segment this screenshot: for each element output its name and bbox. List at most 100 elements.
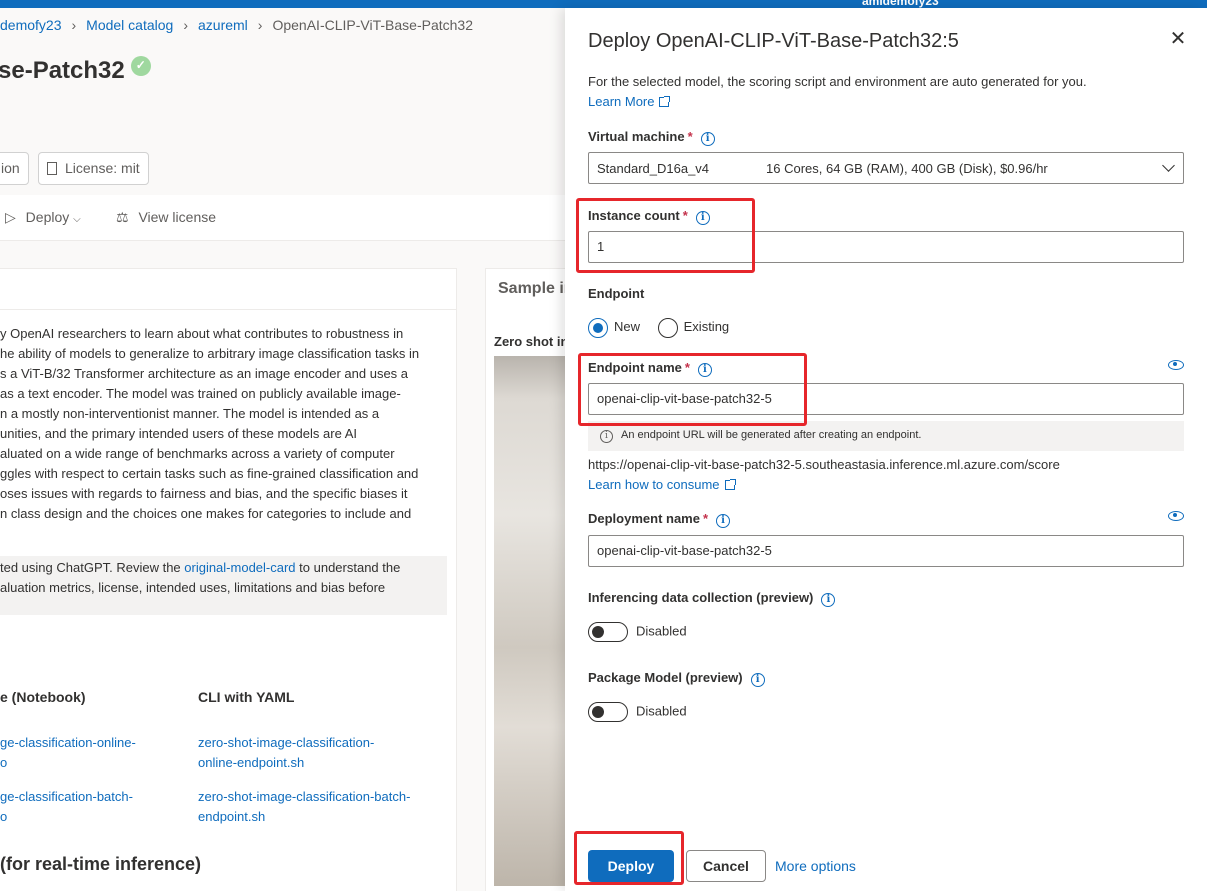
link-line: ge-classification-batch- — [0, 789, 133, 804]
info-message-text: An endpoint URL will be generated after … — [621, 429, 922, 441]
toggle-state: Disabled — [636, 703, 687, 719]
description-line: as a text encoder. The model was trained… — [0, 386, 401, 401]
model-title-text: se-Patch32 — [0, 57, 125, 84]
radio-new[interactable]: New — [588, 318, 641, 338]
notebook-online-link[interactable]: ge-classification-online- o — [0, 733, 136, 773]
cancel-button[interactable]: Cancel — [686, 850, 766, 882]
endpoint-label: Endpoint — [588, 286, 645, 301]
info-icon[interactable]: i — [700, 132, 715, 146]
ai-generated-note: ted using ChatGPT. Review the original-m… — [0, 556, 447, 615]
highlight-deploy-button — [574, 831, 684, 885]
data-collection-toggle[interactable]: Disabled — [588, 622, 687, 642]
description-line: y OpenAI researchers to learn about what… — [0, 326, 404, 341]
description-line: oses issues with regards to fairness and… — [0, 486, 408, 501]
link-line: o — [0, 809, 8, 824]
deployment-name-input[interactable]: openai-clip-vit-base-patch32-5 — [588, 535, 1184, 567]
toggle-switch — [588, 622, 628, 642]
toggle-switch — [588, 702, 628, 722]
model-description: y OpenAI researchers to learn about what… — [0, 324, 452, 524]
learn-consume-row: Learn how to consume — [588, 476, 736, 494]
note-line-2: aluation metrics, license, intended uses… — [0, 580, 386, 595]
section-heading: (for real-time inference) — [0, 854, 202, 874]
divider — [0, 309, 457, 310]
scoring-url: https://openai-clip-vit-base-patch32-5.s… — [588, 457, 1060, 472]
deployment-name-label-text: Deployment name — [588, 511, 700, 526]
chip-license[interactable]: License: mit — [38, 152, 149, 185]
vm-spec: 16 Cores, 64 GB (RAM), 400 GB (Disk), $0… — [766, 161, 1048, 176]
license-label: License: mit — [65, 160, 140, 176]
toggle-state: Disabled — [636, 623, 687, 639]
model-details-card: y OpenAI researchers to learn about what… — [0, 268, 457, 891]
package-model-toggle[interactable]: Disabled — [588, 702, 687, 722]
vm-name: Standard_D16a_v4 — [597, 161, 710, 176]
info-icon[interactable]: i — [750, 673, 765, 687]
close-icon[interactable]: ✕ — [1167, 28, 1189, 50]
breadcrumb-workspace[interactable]: demofy23 — [0, 17, 61, 33]
deployment-name-label: Deployment name * i — [588, 511, 731, 528]
vm-select[interactable]: Standard_D16a_v4 16 Cores, 64 GB (RAM), … — [588, 152, 1184, 184]
radio-existing[interactable]: Existing — [657, 318, 730, 338]
note-prefix: ted using ChatGPT. Review the — [0, 560, 185, 575]
cli-online-link[interactable]: zero-shot-image-classification- online-e… — [198, 733, 374, 773]
link-line: ge-classification-online- — [0, 735, 136, 750]
chip-task[interactable]: ion — [0, 152, 29, 185]
description-line: he ability of models to generalize to ar… — [0, 346, 420, 361]
info-icon[interactable]: i — [821, 593, 836, 607]
description-line: ggles with respect to certain tasks such… — [0, 466, 419, 481]
breadcrumb-current: OpenAI-CLIP-ViT-Base-Patch32 — [272, 17, 473, 33]
package-model-label: Package Model (preview) i — [588, 670, 765, 687]
learn-more-link[interactable]: Learn More — [588, 94, 654, 109]
verified-icon — [130, 56, 151, 76]
deploy-menu-label: Deploy — [25, 209, 70, 225]
description-line: aluated on a wide range of benchmarks ac… — [0, 446, 395, 461]
license-icon — [47, 162, 57, 175]
sample-image — [494, 356, 565, 886]
zero-shot-label: Zero shot in — [494, 334, 565, 349]
radio-existing-label: Existing — [683, 319, 730, 335]
breadcrumb-model-catalog[interactable]: Model catalog — [86, 17, 173, 33]
cli-column-heading: CLI with YAML — [198, 689, 295, 705]
required-marker: * — [702, 511, 709, 526]
chevron-down-icon: ⌵ — [73, 214, 81, 225]
package-model-label-text: Package Model (preview) — [588, 670, 743, 685]
eye-icon[interactable] — [1168, 360, 1184, 370]
external-link-icon — [659, 96, 671, 107]
link-line: online-endpoint.sh — [198, 755, 305, 770]
vm-label-text: Virtual machine — [588, 129, 685, 144]
breadcrumb: demofy23 › Model catalog › azureml › OpenAI-CL… — [0, 17, 473, 33]
note-suffix: to understand the — [295, 560, 401, 575]
notebook-column-heading: e (Notebook) — [0, 689, 86, 705]
deploy-menu-button[interactable]: ▷ Deploy ⌵ — [5, 209, 81, 226]
breadcrumb-azureml[interactable]: azureml — [198, 17, 248, 33]
more-options-link[interactable]: More options — [775, 858, 856, 874]
data-collection-label-text: Inferencing data collection (preview) — [588, 590, 814, 605]
eye-icon[interactable] — [1168, 511, 1184, 521]
link-line: o — [0, 755, 8, 770]
model-toolbar: ▷ Deploy ⌵ ⚖ View license — [0, 195, 565, 241]
info-icon[interactable]: i — [716, 514, 731, 528]
sample-inference-card: Sample in Zero shot in — [485, 268, 565, 891]
notebook-batch-link[interactable]: ge-classification-batch- o — [0, 787, 133, 827]
vm-label: Virtual machine * i — [588, 129, 715, 146]
sample-inference-tab[interactable]: Sample in — [498, 280, 565, 298]
view-license-label: View license — [138, 209, 217, 225]
highlight-endpoint-name — [578, 353, 807, 426]
user-name[interactable]: amldemofy23 — [862, 0, 939, 8]
external-link-icon — [724, 479, 736, 490]
cli-batch-link[interactable]: zero-shot-image-classification-batch- en… — [198, 787, 410, 827]
intro-text: For the selected model, the scoring scri… — [588, 74, 1087, 89]
play-icon: ▷ — [5, 209, 16, 225]
description-line: n a mostly non-interventionist manner. T… — [0, 406, 380, 421]
learn-how-to-consume-link[interactable]: Learn how to consume — [588, 477, 720, 492]
data-collection-label: Inferencing data collection (preview) i — [588, 590, 836, 607]
model-page-background: demofy23 › Model catalog › azureml › OpenAI-CL… — [0, 8, 565, 891]
view-license-button[interactable]: ⚖ View license — [116, 209, 216, 226]
description-line: unities, and the primary intended users … — [0, 426, 357, 441]
top-bar: amldemofy23 — [0, 0, 1207, 8]
original-model-card-link[interactable]: original-model-card — [184, 560, 295, 575]
description-line: n class design and the choices one makes… — [0, 506, 412, 521]
required-marker: * — [687, 129, 693, 144]
radio-new-label: New — [614, 319, 641, 335]
endpoint-radio-group: New Existing — [588, 318, 729, 338]
link-line: zero-shot-image-classification-batch- — [198, 789, 411, 804]
